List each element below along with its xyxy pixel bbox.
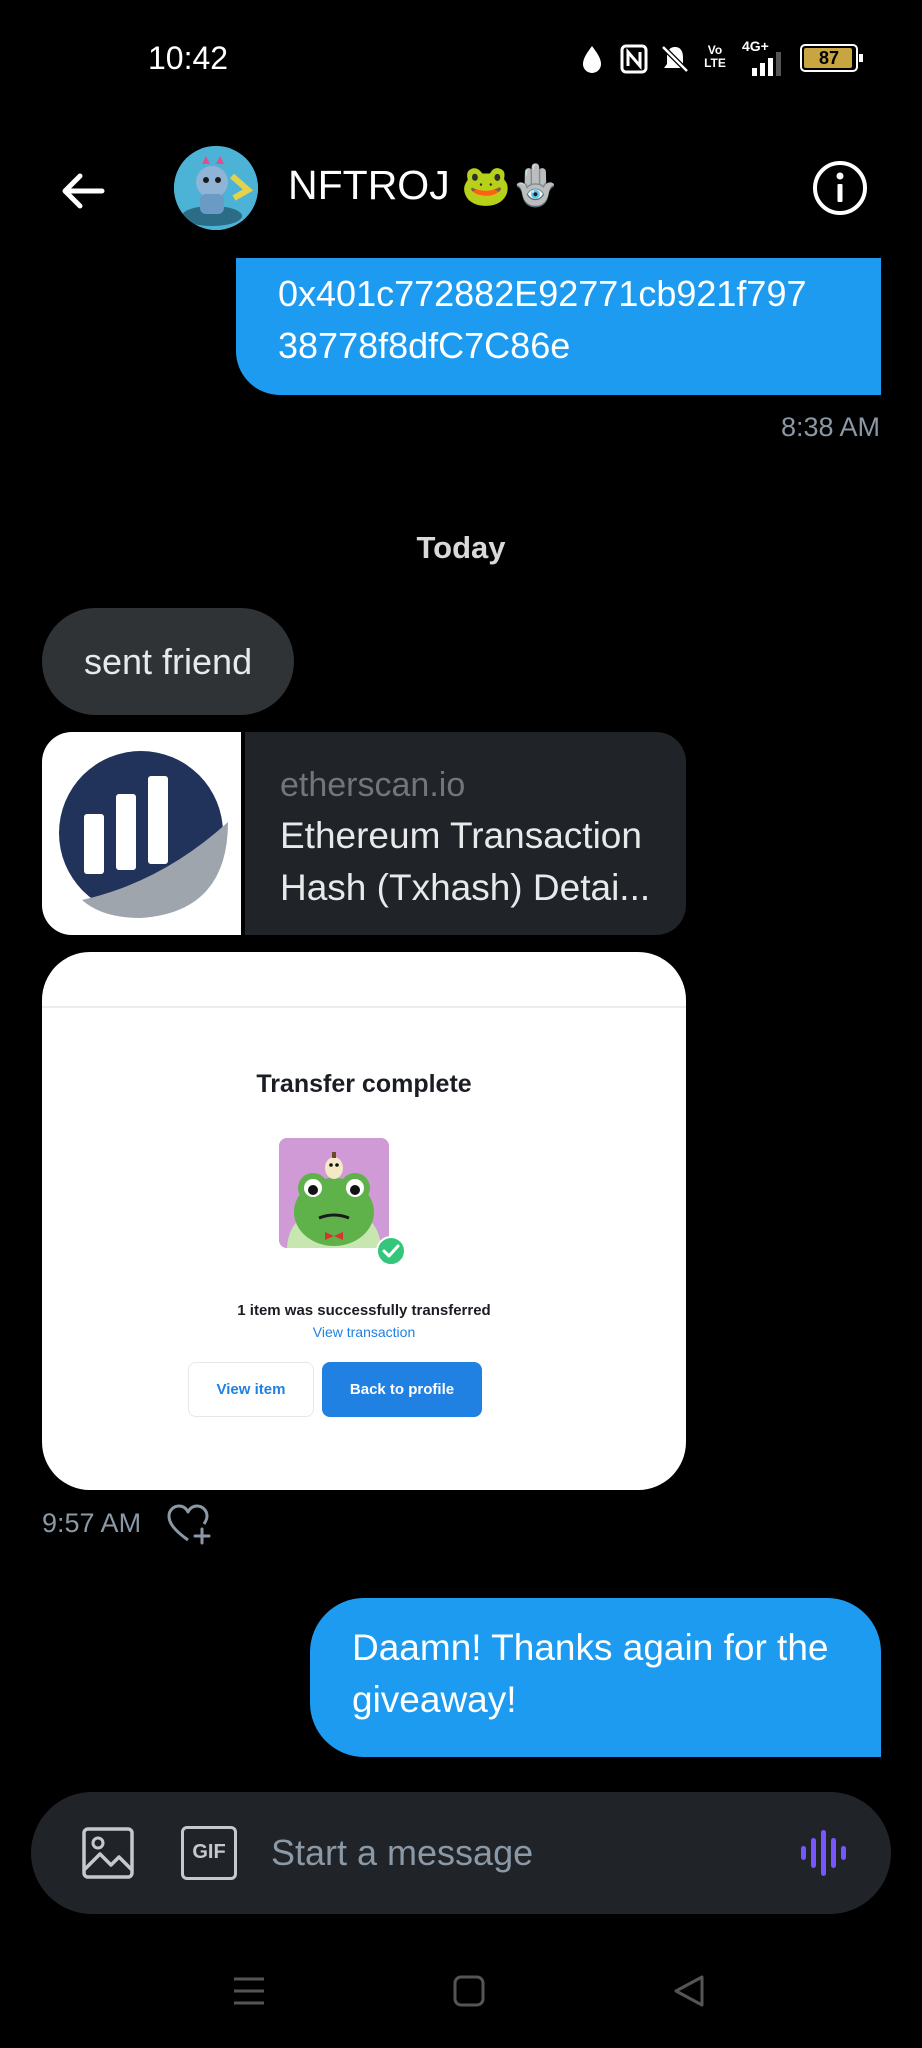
view-item-button: View item (188, 1362, 314, 1417)
volte-label: Vo LTE (704, 43, 726, 70)
address-line-2: 38778f8dfC7C86e (278, 325, 571, 366)
battery-level: 87 (818, 48, 840, 68)
avatar[interactable] (174, 146, 258, 230)
home-nav-icon[interactable] (452, 1974, 486, 2008)
check-badge-icon (376, 1236, 406, 1266)
message-composer: GIF (31, 1792, 891, 1914)
voice-message-icon[interactable] (799, 1828, 853, 1878)
conversation-header: NFTROJ 🐸🪬 (0, 130, 922, 250)
conversation-name[interactable]: NFTROJ 🐸🪬 (288, 162, 561, 209)
outgoing-message[interactable]: Daamn! Thanks again for the giveaway! (310, 1598, 881, 1757)
image-attachment[interactable]: Transfer complete 1 item was successfull… (42, 952, 686, 1490)
gif-icon[interactable]: GIF (181, 1826, 237, 1880)
like-heart-plus-icon[interactable] (166, 1502, 212, 1546)
transfer-title: Transfer complete (256, 1070, 472, 1098)
gif-label: GIF (192, 1841, 226, 1863)
conversation-name-text: NFTROJ (288, 162, 450, 208)
outgoing-message-address[interactable]: 0x401c772882E92771cb921f797 38778f8dfC7C… (236, 258, 881, 395)
back-arrow-icon[interactable] (56, 164, 110, 218)
link-title: Ethereum Transaction Hash (Txhash) Detai… (280, 815, 651, 908)
info-icon[interactable] (812, 160, 868, 216)
data-saver-icon (583, 46, 601, 73)
transfer-message: 1 item was successfully transferred (237, 1302, 491, 1319)
message-timestamp: 8:38 AM (780, 412, 880, 442)
link-domain: etherscan.io (280, 766, 466, 804)
battery-icon: 87 (800, 44, 863, 72)
back-to-profile-button: Back to profile (322, 1362, 482, 1417)
nft-frog-image (279, 1138, 389, 1248)
address-line-1: 0x401c772882E92771cb921f797 (278, 273, 807, 314)
signal-icon (752, 52, 781, 76)
message-timestamp: 9:57 AM (42, 1508, 142, 1538)
nfc-icon (620, 44, 648, 74)
image-divider (42, 1006, 686, 1008)
etherscan-logo (42, 732, 245, 935)
menu-nav-icon[interactable] (232, 1974, 266, 2008)
message-input[interactable] (271, 1820, 771, 1886)
incoming-message[interactable]: sent friend (42, 608, 295, 715)
mute-bell-icon (661, 45, 689, 73)
name-emoji: 🐸🪬 (461, 164, 561, 208)
status-time: 10:42 (148, 40, 229, 76)
link-preview-card[interactable]: etherscan.io Ethereum Transaction Hash (… (42, 732, 686, 935)
status-bar: 10:42 Vo LTE 4G+ 87 (0, 0, 922, 120)
back-nav-icon[interactable] (672, 1974, 706, 2008)
image-icon[interactable] (81, 1826, 135, 1880)
view-transaction-link: View transaction (312, 1324, 416, 1340)
day-separator: Today (416, 530, 506, 565)
